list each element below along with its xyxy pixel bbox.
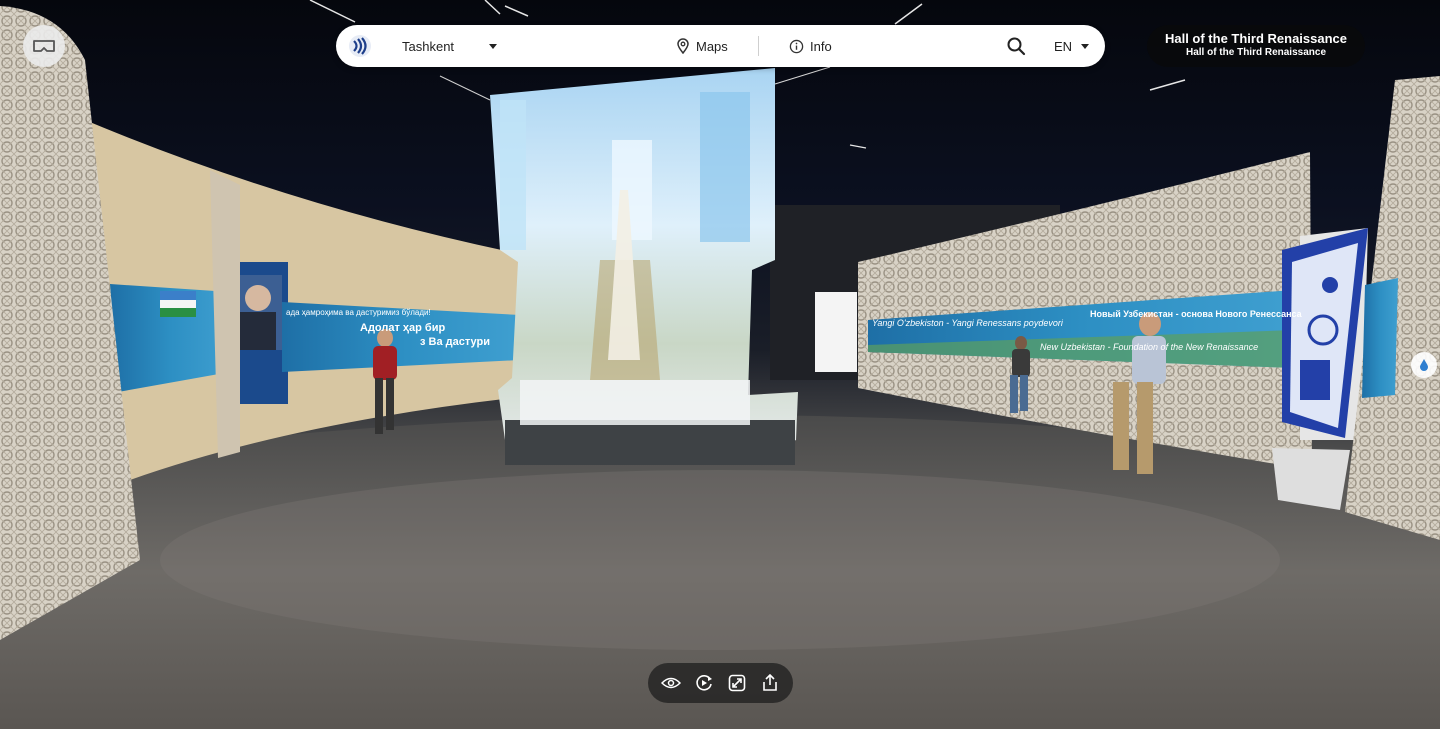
share-button[interactable] [758, 671, 782, 695]
city-label: Tashkent [402, 38, 455, 54]
map-pin-icon [677, 38, 689, 54]
info-button[interactable]: Info [789, 25, 832, 67]
location-title-badge: Hall of the Third Renaissance Hall of th… [1147, 25, 1365, 67]
caret-down-icon [1081, 44, 1090, 49]
autorotate-button[interactable] [692, 671, 716, 695]
search-icon [1007, 37, 1026, 56]
share-icon [763, 674, 778, 691]
language-dropdown[interactable]: EN [1054, 25, 1090, 67]
location-subtitle: Hall of the Third Renaissance [1185, 47, 1327, 58]
screen-left-line2: Адолат ҳар бир [360, 322, 446, 334]
screen-right-line1: Yangi O'zbekiston - Yangi Renessans poyd… [872, 318, 1063, 328]
maps-button[interactable]: Maps [676, 25, 728, 67]
screen-left-line3: з Ва дастури [420, 336, 490, 348]
topbar-divider [758, 36, 759, 56]
vr-mode-button[interactable] [23, 25, 65, 67]
bottom-toolbar [648, 663, 793, 703]
screen-right-line3: New Uzbekistan - Foundation of the New R… [1040, 342, 1259, 352]
info-icon [789, 39, 804, 53]
screen-left-line1: ада ҳамроҳима ва дастуримиз бўлади! [286, 308, 431, 317]
screen-right-line2: Новый Узбекистан - основа Нового Ренесса… [1090, 309, 1302, 319]
hide-ui-button[interactable] [659, 671, 683, 695]
hotspot-button[interactable] [1411, 352, 1437, 378]
location-title: Hall of the Third Renaissance [1164, 31, 1348, 46]
fullscreen-button[interactable] [725, 671, 749, 695]
search-button[interactable] [1006, 36, 1026, 56]
fullscreen-icon [728, 674, 746, 692]
language-label: EN [1054, 38, 1073, 54]
eye-icon [660, 677, 681, 689]
city-dropdown[interactable]: Tashkent [402, 25, 454, 67]
logo-icon[interactable] [348, 34, 372, 58]
maps-label: Maps [696, 38, 728, 54]
top-navigation-bar: Tashkent Maps Info EN [336, 25, 1105, 67]
water-drop-icon [1420, 359, 1428, 371]
info-label: Info [810, 38, 832, 54]
panorama-scene[interactable] [0, 0, 1440, 729]
panorama-illustration [0, 0, 1440, 729]
vr-headset-icon [33, 40, 55, 52]
autorotate-icon [696, 675, 712, 691]
caret-down-icon[interactable] [488, 41, 498, 51]
